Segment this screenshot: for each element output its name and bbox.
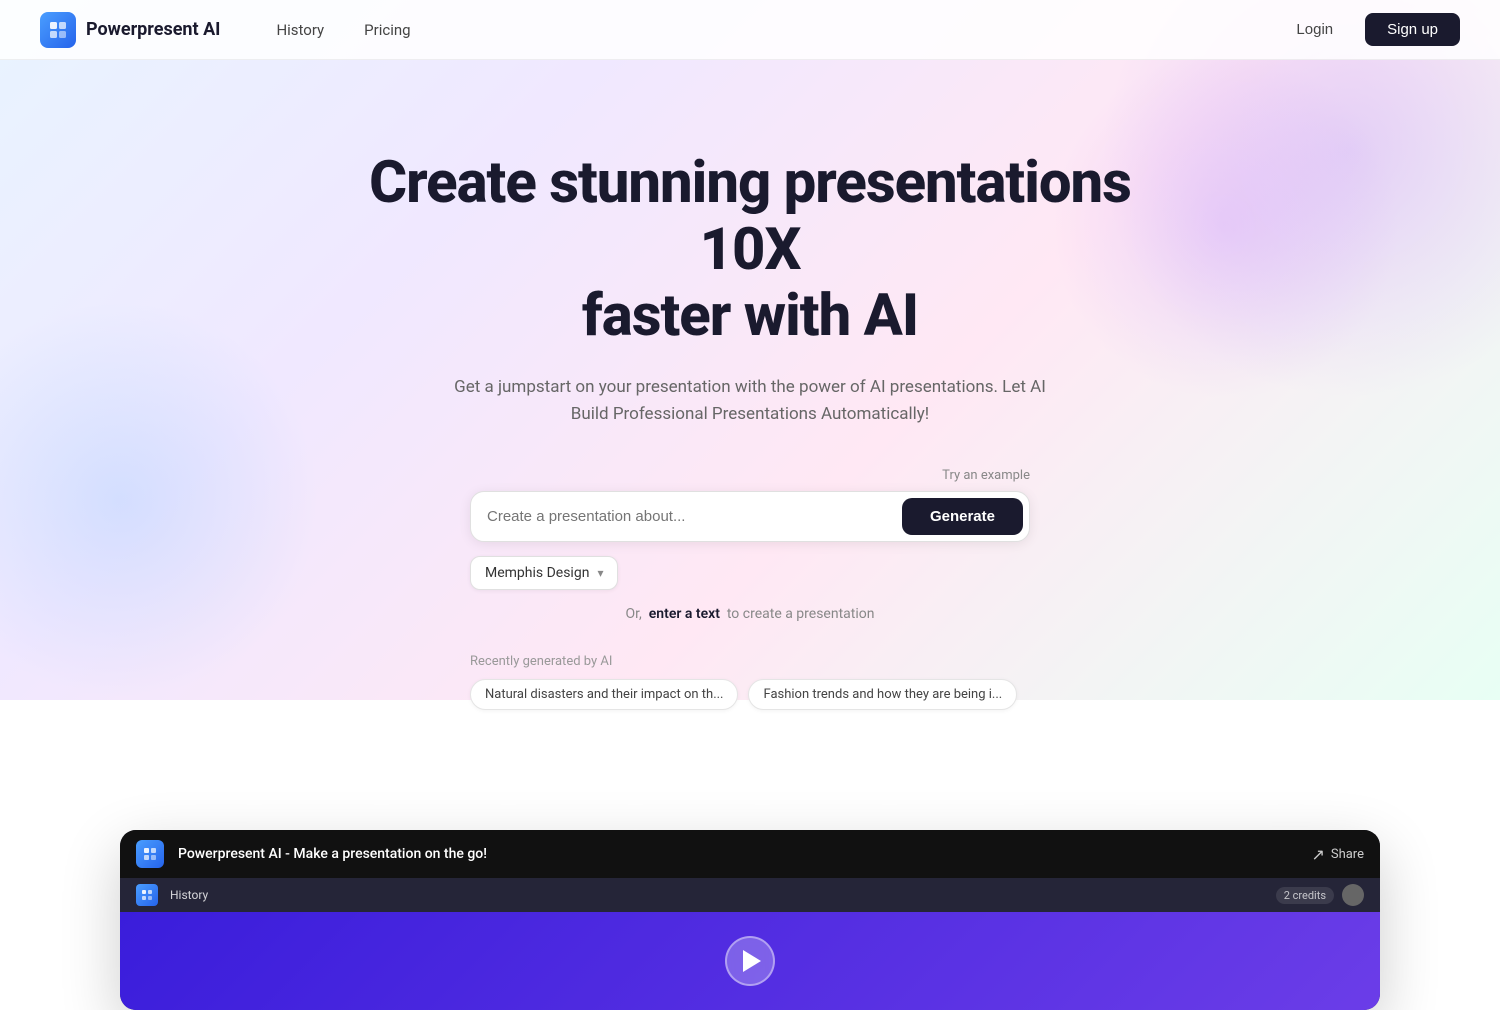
or-text: Or, enter a text to create a presentatio… <box>470 606 1030 622</box>
hero-title: Create stunning presentations 10X faster… <box>340 150 1160 350</box>
recently-section: Recently generated by AI Natural disaste… <box>470 654 1030 710</box>
chip-natural-disasters[interactable]: Natural disasters and their impact on th… <box>470 679 738 710</box>
enter-text-link[interactable]: enter a text <box>649 606 720 622</box>
inner-avatar <box>1342 884 1364 906</box>
play-button[interactable] <box>725 936 775 986</box>
login-button[interactable]: Login <box>1276 13 1353 46</box>
video-logo-icon <box>136 840 164 868</box>
video-body <box>120 912 1380 1010</box>
main-content: Create stunning presentations 10X faster… <box>0 60 1500 1010</box>
logo-link[interactable]: Powerpresent AI <box>40 12 220 48</box>
navbar: Powerpresent AI History Pricing Login Si… <box>0 0 1500 60</box>
style-row: Memphis Design ▾ <box>470 556 1030 590</box>
input-row: Generate <box>470 491 1030 542</box>
video-title: Powerpresent AI - Make a presentation on… <box>178 846 1289 862</box>
chip-fashion-trends[interactable]: Fashion trends and how they are being i.… <box>748 679 1017 710</box>
nav-right: Login Sign up <box>1276 13 1460 46</box>
nav-link-history[interactable]: History <box>260 15 340 45</box>
nav-link-pricing[interactable]: Pricing <box>348 15 426 45</box>
inner-logo-icon <box>136 884 158 906</box>
signup-button[interactable]: Sign up <box>1365 13 1460 46</box>
video-container: Powerpresent AI - Make a presentation on… <box>120 830 1380 1010</box>
presentation-input[interactable] <box>487 508 902 525</box>
input-section: Try an example Generate Memphis Design ▾… <box>470 468 1030 710</box>
play-triangle-icon <box>743 950 761 972</box>
inner-right: 2 credits <box>1276 884 1364 906</box>
inner-credits-badge: 2 credits <box>1276 887 1334 904</box>
inner-history-label: History <box>170 888 208 902</box>
generate-button[interactable]: Generate <box>902 498 1023 535</box>
logo-text: Powerpresent AI <box>86 19 220 40</box>
chevron-down-icon: ▾ <box>597 566 603 580</box>
hero-subtitle: Get a jumpstart on your presentation wit… <box>450 374 1050 428</box>
nav-links: History Pricing <box>260 15 426 45</box>
video-topbar: Powerpresent AI - Make a presentation on… <box>120 830 1380 878</box>
video-inner-nav: History 2 credits <box>120 878 1380 912</box>
logo-icon <box>40 12 76 48</box>
style-label: Memphis Design <box>485 565 589 581</box>
video-section: Powerpresent AI - Make a presentation on… <box>0 830 1500 1010</box>
video-right: ↗ Share <box>1303 845 1364 864</box>
recently-label: Recently generated by AI <box>470 654 1030 669</box>
style-dropdown[interactable]: Memphis Design ▾ <box>470 556 618 590</box>
share-icon: ↗ <box>1311 845 1324 864</box>
recently-chips: Natural disasters and their impact on th… <box>470 679 1030 710</box>
share-area[interactable]: ↗ Share <box>1311 845 1364 864</box>
hero-section: Create stunning presentations 10X faster… <box>300 60 1200 770</box>
try-example-label[interactable]: Try an example <box>470 468 1030 483</box>
share-label: Share <box>1331 847 1364 862</box>
